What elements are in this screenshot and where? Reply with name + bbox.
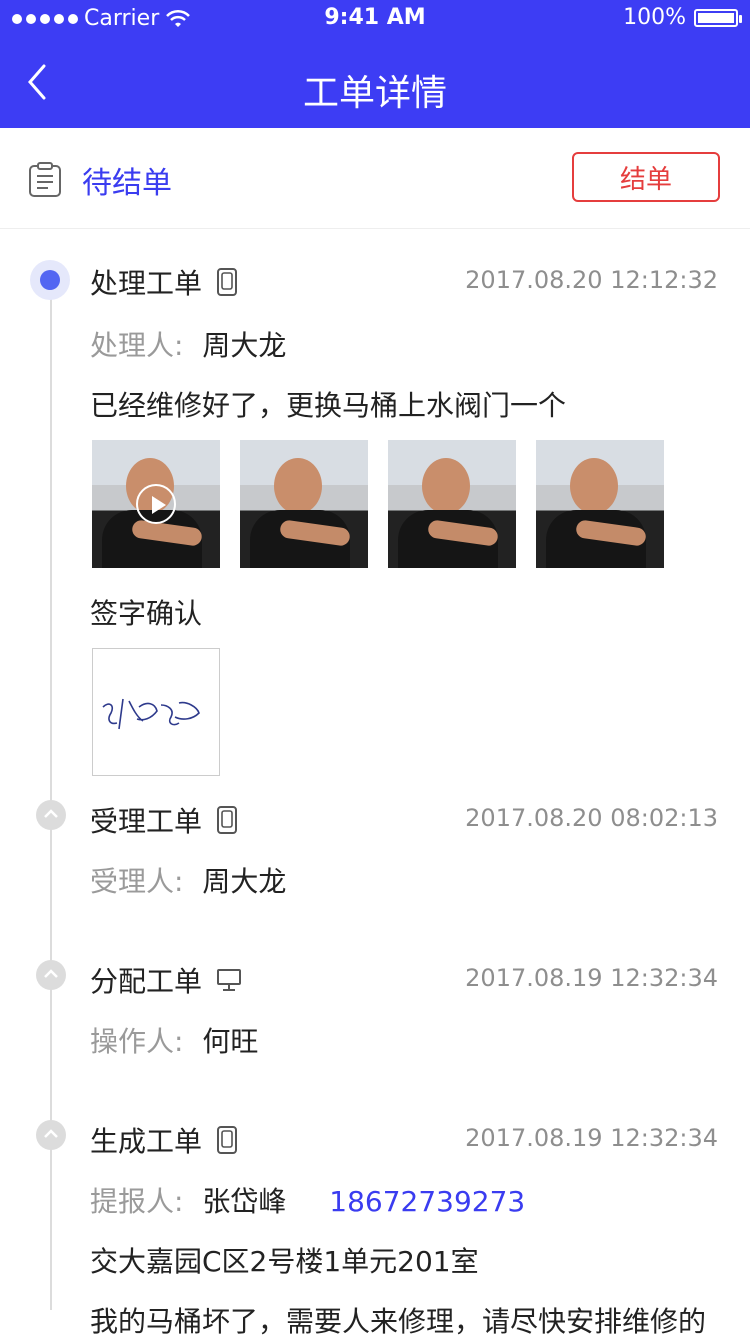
step-person-line: 受理人: 周大龙 — [90, 860, 286, 900]
chevron-up-icon — [44, 969, 58, 978]
timeline: 处理工单 2017.08.20 12:12:32 处理人: 周大龙 已经维修好了… — [0, 230, 750, 1338]
timeline-step-create: 生成工单 2017.08.19 12:32:34 提报人: 张岱峰 186727… — [0, 1110, 750, 1338]
step-time: 2017.08.20 12:12:32 — [465, 266, 718, 294]
step-title-wrapper: 分配工单 — [90, 960, 242, 1000]
page-title: 工单详情 — [302, 73, 447, 114]
step-title-wrapper: 生成工单 — [90, 1120, 238, 1160]
person-label: 操作人: — [90, 1025, 184, 1058]
top-bar: Carrier 9:41 AM 100% 工单详情 — [0, 0, 750, 128]
desktop-icon — [217, 969, 242, 991]
clipboard-icon — [29, 162, 61, 197]
timeline-dot — [36, 1120, 66, 1150]
chevron-up-icon — [44, 809, 58, 818]
person-name: 张岱峰 — [202, 1185, 287, 1218]
video-thumbnail[interactable] — [92, 440, 220, 568]
phone-icon — [217, 268, 238, 296]
phone-link[interactable]: 18672739273 — [329, 1185, 525, 1218]
phone-icon — [217, 1126, 238, 1154]
step-person-line: 提报人: 张岱峰 18672739273 — [90, 1180, 525, 1220]
ticket-status-label: 待结单 — [82, 166, 172, 201]
person-name: 周大龙 — [202, 865, 287, 898]
description-text: 我的马桶坏了，需要人来修理，请尽快安排维修的 — [90, 1305, 707, 1338]
timeline-dot — [36, 960, 66, 990]
photo-thumbnail[interactable] — [536, 440, 664, 568]
step-title: 分配工单 — [90, 965, 203, 998]
photo-thumbnail[interactable] — [388, 440, 516, 568]
chevron-up-icon — [44, 1129, 58, 1138]
step-time: 2017.08.19 12:32:34 — [465, 964, 718, 992]
timeline-dot — [36, 800, 66, 830]
step-time: 2017.08.19 12:32:34 — [465, 1124, 718, 1152]
step-time: 2017.08.20 08:02:13 — [465, 804, 718, 832]
address-text: 交大嘉园C区2号楼1单元201室 — [90, 1245, 479, 1278]
step-note: 已经维修好了，更换马桶上水阀门一个 — [90, 389, 567, 422]
step-title: 受理工单 — [90, 805, 203, 838]
timeline-step-accept: 受理工单 2017.08.20 08:02:13 受理人: 周大龙 — [0, 790, 750, 950]
step-title-wrapper: 处理工单 — [90, 262, 238, 302]
status-bar: Carrier 9:41 AM 100% — [0, 0, 750, 40]
step-person-line: 操作人: 何旺 — [90, 1020, 258, 1060]
battery-icon — [694, 8, 742, 27]
step-title-wrapper: 受理工单 — [90, 800, 238, 840]
timeline-step-assign: 分配工单 2017.08.19 12:32:34 操作人: 何旺 — [0, 950, 750, 1110]
step-title: 处理工单 — [90, 267, 203, 300]
ticket-status-row: 待结单 结单 — [0, 128, 750, 229]
timeline-dot-active — [30, 260, 70, 300]
step-person-line: 处理人: 周大龙 — [90, 324, 286, 364]
close-ticket-button[interactable]: 结单 — [572, 152, 720, 202]
phone-icon — [217, 806, 238, 834]
person-name: 周大龙 — [202, 329, 287, 362]
timeline-step-process: 处理工单 2017.08.20 12:12:32 处理人: 周大龙 已经维修好了… — [0, 230, 750, 790]
play-icon — [136, 484, 176, 524]
step-title: 生成工单 — [90, 1125, 203, 1158]
battery-percent: 100% — [623, 5, 686, 30]
person-label: 处理人: — [90, 329, 184, 362]
signature-image[interactable] — [92, 648, 220, 776]
photo-thumbnail[interactable] — [240, 440, 368, 568]
signature-label: 签字确认 — [90, 597, 203, 630]
person-label: 提报人: — [90, 1185, 184, 1218]
signature-drawing — [102, 698, 200, 730]
person-name: 何旺 — [202, 1025, 259, 1058]
person-label: 受理人: — [90, 865, 184, 898]
media-gallery — [92, 440, 664, 568]
